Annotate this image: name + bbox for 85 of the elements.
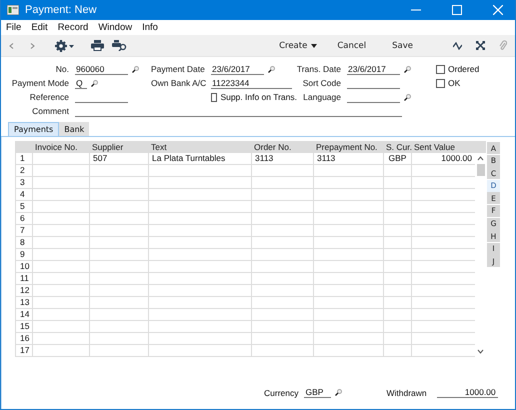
field-label: No. xyxy=(56,64,69,74)
checkbox[interactable] xyxy=(436,78,445,88)
column-header: Prepayment No. xyxy=(315,142,378,152)
row-number: 2 xyxy=(19,165,26,176)
toolbar-button[interactable]: Cancel xyxy=(337,40,366,50)
checkbox[interactable] xyxy=(436,64,445,74)
row-number: 8 xyxy=(19,237,26,248)
forward-icon[interactable] xyxy=(30,42,35,48)
input-field[interactable]: 23/6/2017 xyxy=(211,64,264,74)
menu-item[interactable]: Record xyxy=(58,22,88,33)
search-icon[interactable] xyxy=(404,66,411,72)
column-header: Invoice No. xyxy=(34,142,79,152)
input-field[interactable]: 23/6/2017 xyxy=(347,64,400,74)
table-cell: 507 xyxy=(89,153,148,164)
column-header: Order No. xyxy=(253,142,292,152)
search-icon[interactable] xyxy=(91,80,98,86)
input-field[interactable]: 11223344 xyxy=(211,78,292,88)
checkbox-label: OK xyxy=(448,78,460,88)
field-label: Trans. Date xyxy=(296,64,341,74)
column-header: Supplier xyxy=(91,142,124,152)
printer-icon[interactable] xyxy=(91,40,104,51)
row-number: 11 xyxy=(19,273,30,284)
app-icon xyxy=(7,5,19,15)
input-field[interactable]: 960060 xyxy=(75,64,128,74)
back-icon[interactable] xyxy=(9,42,14,48)
row-number: 9 xyxy=(19,249,26,260)
checkbox[interactable] xyxy=(211,92,218,102)
settings-icon[interactable] xyxy=(55,40,75,52)
column-header: Sent Value xyxy=(413,142,456,152)
scroll-down-icon[interactable] xyxy=(477,349,484,354)
field-label: Comment xyxy=(32,106,69,116)
row-number: 6 xyxy=(19,213,26,224)
menu-item[interactable]: Info xyxy=(142,22,158,33)
table-cell: 3113 xyxy=(251,153,313,164)
search-icon[interactable] xyxy=(268,66,275,72)
toolbar-button[interactable]: Save xyxy=(392,40,413,50)
row-number: 7 xyxy=(19,225,26,236)
field-label: Payment Mode xyxy=(12,78,69,88)
paperclip-icon[interactable] xyxy=(499,40,507,51)
row-number: 15 xyxy=(19,321,30,332)
field-label: Reference xyxy=(30,92,69,102)
tab[interactable]: Bank xyxy=(59,122,90,136)
checkbox-label: Ordered xyxy=(448,64,480,74)
row-number: 17 xyxy=(19,345,30,356)
input-field[interactable]: 1000.00 xyxy=(436,387,498,398)
pulse-icon[interactable] xyxy=(453,42,462,50)
row-number: 4 xyxy=(19,189,26,200)
checkbox-label: Supp. Info on Trans. xyxy=(220,92,297,102)
field-label: Withdrawn xyxy=(386,388,427,398)
field-label: Currency xyxy=(264,388,298,398)
caret-icon xyxy=(311,44,318,48)
row-number: 12 xyxy=(19,285,30,296)
row-number: 13 xyxy=(19,297,30,308)
input-field[interactable]: Q xyxy=(75,78,87,88)
search-icon[interactable] xyxy=(132,66,139,72)
menu-item[interactable]: File xyxy=(6,22,22,33)
expand-icon[interactable] xyxy=(476,41,485,50)
row-number: 1 xyxy=(19,153,26,164)
close-icon[interactable] xyxy=(493,5,503,15)
scroll-thumb[interactable] xyxy=(476,164,484,176)
input-field[interactable]: GBP xyxy=(304,387,332,398)
row-number: 10 xyxy=(19,261,30,272)
create-button[interactable]: Create xyxy=(279,40,318,50)
field-label: Payment Date xyxy=(151,64,205,74)
tab[interactable]: Payments xyxy=(8,122,60,136)
search-icon[interactable] xyxy=(404,94,411,100)
row-number: 14 xyxy=(19,309,30,320)
print-preview-icon[interactable] xyxy=(112,40,127,51)
table-cell: 3113 xyxy=(313,153,383,164)
menu-item[interactable]: Edit xyxy=(31,22,48,33)
field-label: Own Bank A/C xyxy=(151,78,206,88)
row-number: 3 xyxy=(19,177,26,188)
field-label: Sort Code xyxy=(302,78,341,88)
scroll-up-icon[interactable] xyxy=(477,156,484,161)
row-number: 5 xyxy=(19,201,26,212)
window-title: Payment: New xyxy=(25,4,97,16)
row-number: 16 xyxy=(19,333,30,344)
maximize-icon[interactable] xyxy=(452,5,462,15)
column-header: Text xyxy=(150,142,168,152)
table-cell: GBP xyxy=(383,153,411,164)
search-icon[interactable] xyxy=(335,389,342,396)
field-label: Language xyxy=(303,92,341,102)
column-header: S. Cur. xyxy=(385,142,411,152)
menu-item[interactable]: Window xyxy=(98,22,132,33)
table-cell: La Plata Turntables xyxy=(148,153,251,164)
